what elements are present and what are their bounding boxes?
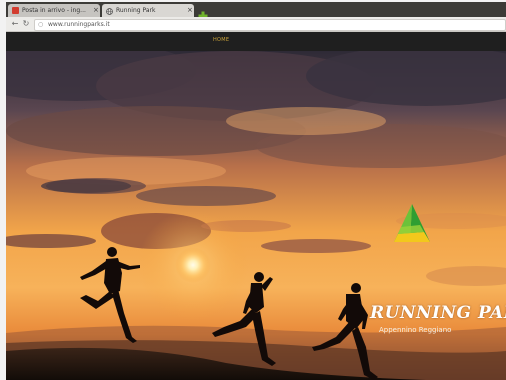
brand-title: RUNNING PARK — [370, 303, 506, 323]
new-tab-icon[interactable] — [198, 6, 208, 21]
hero-banner: RUNNING PARK Appennino Reggiano — [6, 51, 506, 380]
url-input[interactable]: ○ www.runningparks.it — [34, 19, 506, 31]
tab-running-park[interactable]: Running Park × — [102, 4, 194, 17]
reload-icon[interactable]: ↻ — [21, 19, 31, 29]
back-arrow-icon[interactable]: ← — [10, 19, 20, 29]
tab-running-park-title: Running Park — [116, 7, 156, 14]
close-tab-icon[interactable]: × — [93, 4, 99, 17]
brand-subtitle: Appennino Reggiano — [379, 326, 452, 334]
tab-mail[interactable]: Posta in arrivo - ing... × — [8, 4, 100, 17]
page-info-icon[interactable]: ○ — [38, 21, 43, 28]
globe-favicon-icon — [106, 7, 113, 15]
close-tab-icon[interactable]: × — [187, 4, 193, 17]
tab-mail-title: Posta in arrivo - ing... — [22, 7, 86, 14]
address-bar: ← ↻ ○ www.runningparks.it — [6, 17, 506, 32]
browser-window: Posta in arrivo - ing... × Running Park … — [0, 0, 506, 380]
nav-link-home[interactable]: HOME — [213, 37, 229, 43]
tab-strip: Posta in arrivo - ing... × Running Park … — [6, 2, 506, 21]
url-text: www.runningparks.it — [48, 21, 110, 28]
site-navbar: HOME — [6, 32, 506, 51]
triangle-logo-icon — [390, 202, 432, 244]
mail-favicon-icon — [12, 7, 19, 14]
